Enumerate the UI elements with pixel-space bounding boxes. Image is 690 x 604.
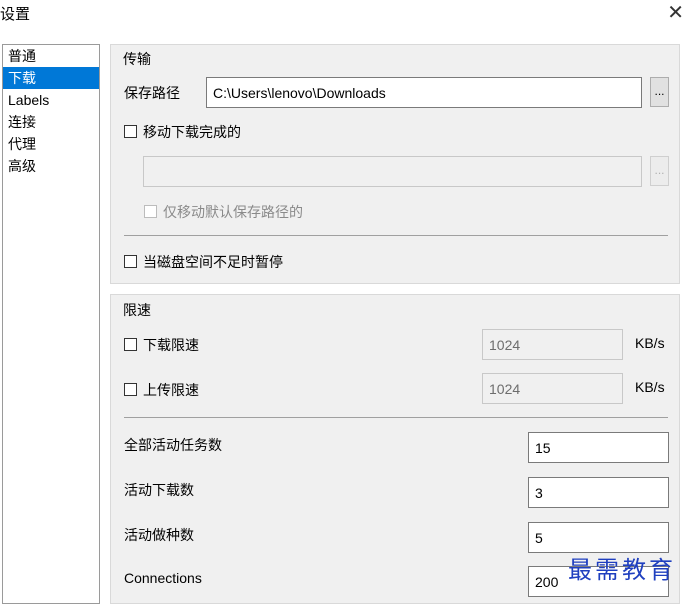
upload-limit-unit: KB/s	[635, 379, 665, 395]
upload-limit-label: 上传限速	[143, 382, 199, 398]
active-downloads-input[interactable]: 3	[528, 477, 669, 508]
upload-limit-input[interactable]: 1024	[482, 373, 623, 404]
move-completed-checkbox[interactable]	[124, 125, 137, 138]
download-limit-checkbox[interactable]	[124, 338, 137, 351]
rate-limit-group-title: 限速	[123, 302, 151, 318]
save-path-label: 保存路径	[124, 85, 180, 101]
save-path-browse-button[interactable]: ...	[650, 77, 669, 107]
download-limit-label: 下载限速	[143, 337, 199, 353]
move-completed-label: 移动下载完成的	[143, 124, 241, 140]
only-default-path-label: 仅移动默认保存路径的	[163, 204, 303, 220]
pause-low-disk-label: 当磁盘空间不足时暂停	[143, 254, 283, 270]
move-path-browse-button[interactable]: ...	[650, 156, 669, 186]
active-seeds-label: 活动做种数	[124, 527, 194, 543]
connections-label: Connections	[124, 570, 202, 586]
sidebar-item-general[interactable]: 普通	[3, 45, 99, 67]
pause-low-disk-checkbox[interactable]	[124, 255, 137, 268]
sidebar-item-advanced[interactable]: 高级	[3, 155, 99, 177]
transfer-group-title: 传输	[123, 51, 151, 67]
sidebar-item-labels[interactable]: Labels	[3, 89, 99, 111]
window-title: 设置	[0, 6, 31, 23]
upload-limit-checkbox[interactable]	[124, 383, 137, 396]
download-limit-unit: KB/s	[635, 335, 665, 351]
total-active-input[interactable]: 15	[528, 432, 669, 463]
transfer-group: 传输 保存路径 C:\Users\lenovo\Downloads ... 移动…	[110, 44, 680, 284]
total-active-label: 全部活动任务数	[124, 437, 222, 453]
watermark-text: 最需教育	[568, 556, 676, 584]
only-default-path-checkbox[interactable]	[144, 205, 157, 218]
close-icon[interactable]: ✕	[667, 0, 684, 25]
download-limit-input[interactable]: 1024	[482, 329, 623, 360]
transfer-separator	[124, 235, 668, 236]
sidebar: 普通 下载 Labels 连接 代理 高级	[2, 44, 100, 604]
save-path-input[interactable]: C:\Users\lenovo\Downloads	[206, 77, 642, 108]
sidebar-item-proxy[interactable]: 代理	[3, 133, 99, 155]
rate-limit-separator	[124, 417, 668, 418]
active-seeds-input[interactable]: 5	[528, 522, 669, 553]
sidebar-item-download[interactable]: 下载	[3, 67, 99, 89]
move-path-input[interactable]	[143, 156, 642, 187]
sidebar-item-connection[interactable]: 连接	[3, 111, 99, 133]
active-downloads-label: 活动下载数	[124, 482, 194, 498]
